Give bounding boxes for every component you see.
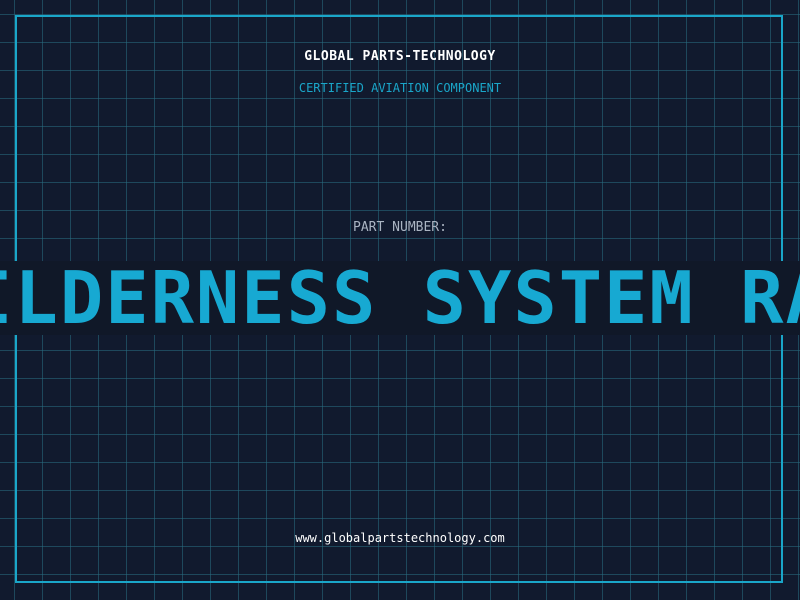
label-canvas: GLOBAL PARTS-TECHNOLOGY CERTIFIED AVIATI…	[0, 0, 800, 600]
part-number-value: WILDERNESS SYSTEM RAV	[0, 261, 800, 335]
company-name: GLOBAL PARTS-TECHNOLOGY	[304, 49, 496, 64]
website-url: www.globalpartstechnology.com	[295, 531, 505, 545]
part-number-label: PART NUMBER:	[353, 220, 447, 235]
part-number-band: WILDERNESS SYSTEM RAV	[0, 261, 800, 335]
certification-subtitle: CERTIFIED AVIATION COMPONENT	[298, 81, 502, 95]
